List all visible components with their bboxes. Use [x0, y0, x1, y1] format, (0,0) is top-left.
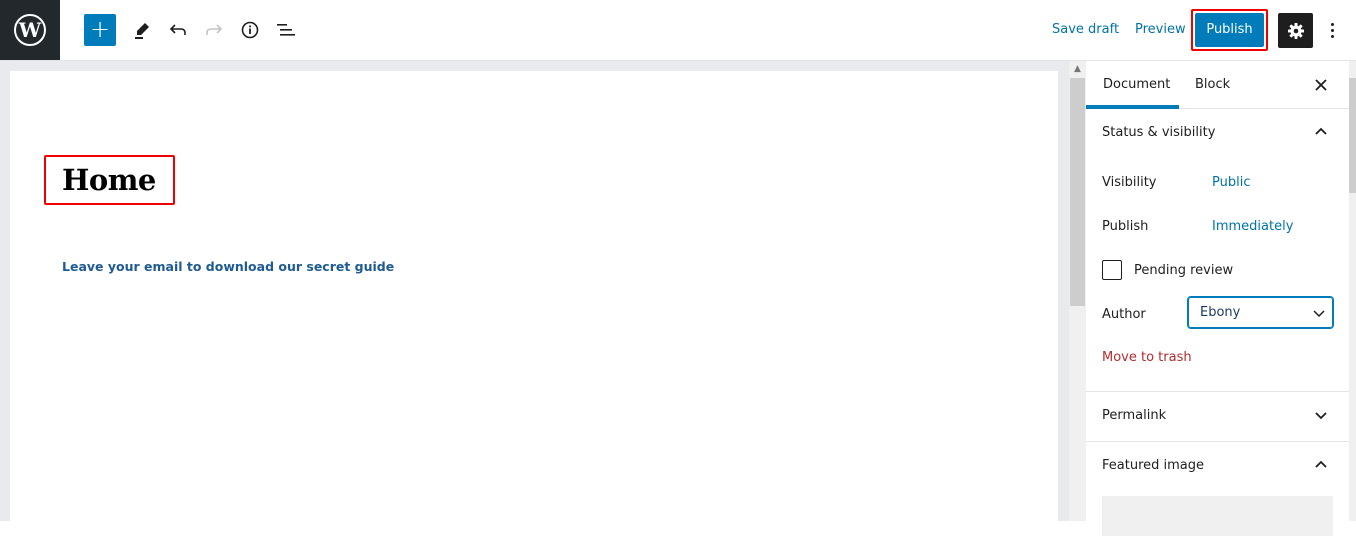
undo-button[interactable] [166, 18, 190, 42]
tools-button[interactable] [130, 18, 154, 42]
status-visibility-panel-toggle[interactable]: Status & visibility [1086, 109, 1349, 159]
wordpress-logo-button[interactable]: W [0, 0, 60, 60]
wordpress-logo-icon: W [14, 14, 46, 46]
chevron-down-icon [1313, 310, 1325, 318]
save-draft-button[interactable]: Save draft [1052, 22, 1119, 37]
settings-button[interactable] [1278, 13, 1313, 48]
gear-icon [1287, 22, 1304, 39]
undo-icon [169, 24, 186, 35]
scrollbar-thumb[interactable] [1349, 78, 1356, 193]
scrollbar-thumb[interactable] [1070, 78, 1085, 306]
list-view-button[interactable] [274, 18, 298, 42]
sidebar-tabs: Document Block [1086, 61, 1349, 109]
move-to-trash-button[interactable]: Move to trash [1102, 350, 1192, 365]
permalink-panel-toggle[interactable]: Permalink [1086, 392, 1349, 442]
visibility-label: Visibility [1102, 175, 1157, 190]
post-title[interactable]: Home [62, 163, 156, 197]
tab-block[interactable]: Block [1195, 77, 1230, 92]
info-icon [241, 21, 259, 39]
set-featured-image-button[interactable] [1102, 496, 1333, 536]
publish-label: Publish [1102, 219, 1149, 234]
chevron-down-icon [1315, 412, 1327, 420]
author-label: Author [1102, 307, 1146, 322]
chevron-up-icon [1315, 127, 1327, 135]
author-selected-value: Ebony [1200, 305, 1241, 320]
add-block-button[interactable]: + [84, 14, 116, 46]
more-options-button[interactable] [1322, 18, 1342, 42]
info-button[interactable] [238, 18, 262, 42]
tab-document[interactable]: Document [1103, 77, 1170, 92]
redo-button[interactable] [202, 18, 226, 42]
close-sidebar-button[interactable] [1313, 74, 1329, 94]
pending-review-label[interactable]: Pending review [1134, 263, 1233, 278]
editor-scrollbar[interactable]: ▲ [1069, 61, 1086, 521]
pencil-tools-icon [135, 23, 149, 39]
visibility-value-button[interactable]: Public [1212, 175, 1250, 190]
panel-title: Status & visibility [1102, 125, 1216, 140]
settings-sidebar: Document Block Status & visibility Visib… [1086, 61, 1349, 536]
redo-icon [206, 24, 223, 35]
preview-button[interactable]: Preview [1135, 22, 1186, 37]
list-view-icon [277, 24, 295, 36]
panel-title: Permalink [1102, 408, 1167, 423]
featured-image-panel-toggle[interactable]: Featured image [1086, 442, 1349, 492]
editor-header: W + Save draft Preview Publish [0, 0, 1356, 61]
publish-date-button[interactable]: Immediately [1212, 219, 1293, 234]
chevron-up-icon [1315, 460, 1327, 468]
more-vertical-icon [1330, 22, 1334, 26]
paragraph-block[interactable]: Leave your email to download our secret … [62, 259, 394, 274]
publish-highlight: Publish [1191, 9, 1268, 51]
scroll-up-icon[interactable]: ▲ [1069, 63, 1086, 75]
author-select[interactable]: Ebony [1188, 297, 1333, 328]
panel-title: Featured image [1102, 458, 1205, 473]
close-icon [1315, 79, 1327, 91]
sidebar-scrollbar[interactable] [1349, 61, 1356, 521]
publish-button[interactable]: Publish [1195, 13, 1264, 47]
pending-review-checkbox[interactable] [1102, 260, 1122, 280]
editor-canvas [10, 71, 1058, 531]
